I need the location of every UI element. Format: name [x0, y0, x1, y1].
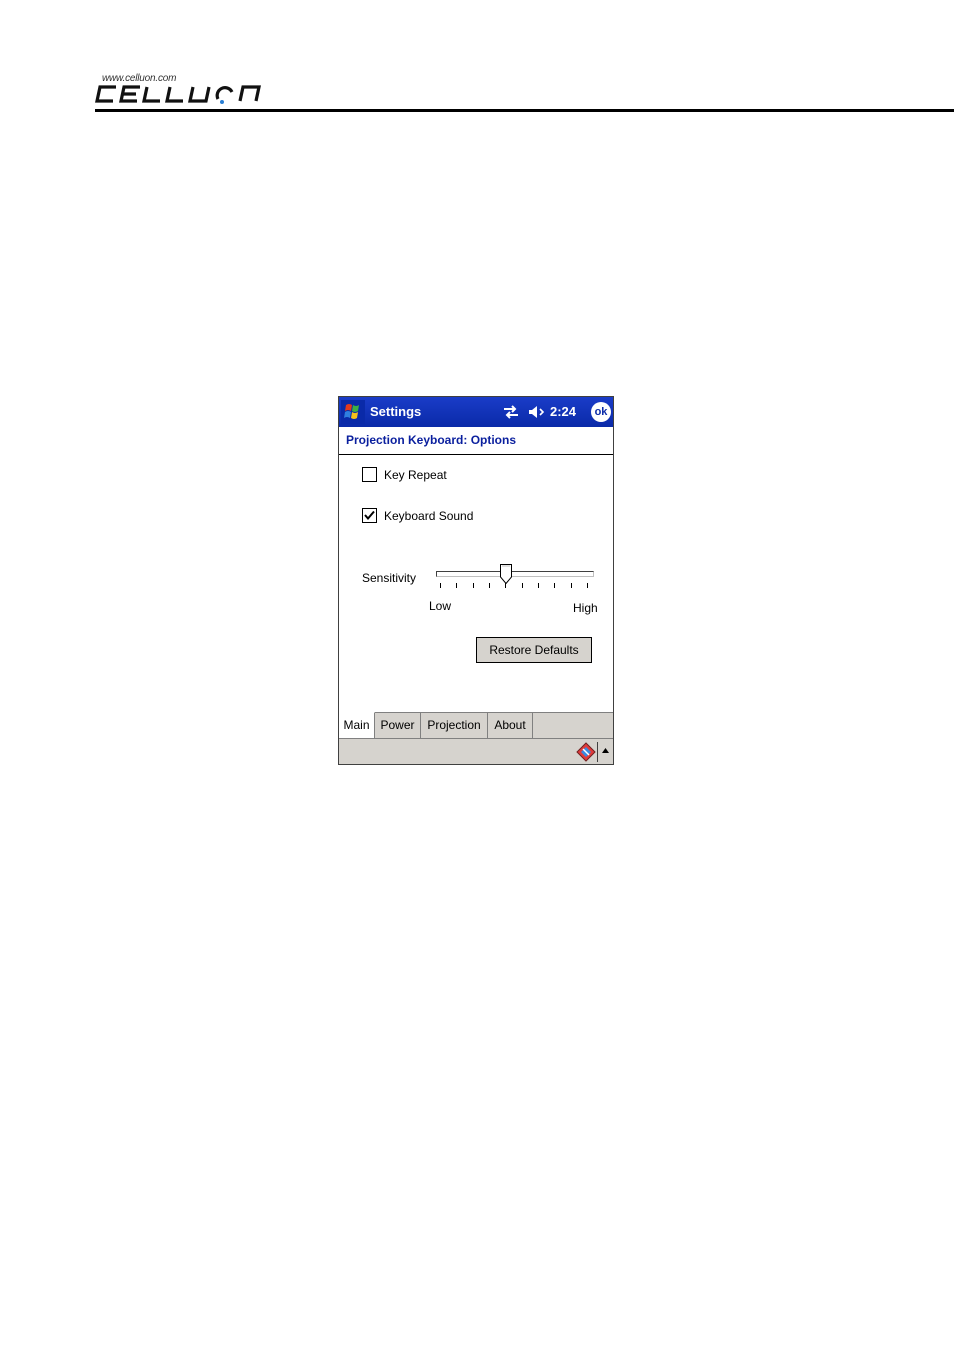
tab-power[interactable]: Power: [375, 712, 421, 738]
sensitivity-high-label: High: [573, 601, 598, 615]
slider-tick: [521, 583, 523, 588]
menu-separator: [597, 742, 598, 762]
restore-defaults-button[interactable]: Restore Defaults: [476, 637, 592, 663]
slider-tick: [554, 583, 556, 588]
checkmark-icon: [364, 510, 375, 521]
tab-projection[interactable]: Projection: [421, 712, 488, 738]
pocketpc-screen: Settings 2:24 ok Projection Keyboard: Op…: [338, 396, 614, 765]
windows-flag-icon[interactable]: [341, 400, 365, 424]
key-repeat-checkbox[interactable]: [362, 467, 377, 482]
celluon-wordmark: [95, 85, 261, 104]
sensitivity-low-label: Low: [429, 599, 452, 613]
keyboard-sound-option[interactable]: Keyboard Sound: [362, 508, 473, 523]
slider-tick: [570, 583, 572, 588]
key-repeat-label[interactable]: Key Repeat: [384, 468, 447, 482]
slider-tick: [456, 583, 458, 588]
keyboard-sound-checkbox[interactable]: [362, 508, 377, 523]
keyboard-sound-label[interactable]: Keyboard Sound: [384, 509, 473, 523]
connectivity-icon[interactable]: [502, 404, 520, 420]
sensitivity-label: Sensitivity: [362, 571, 417, 585]
slider-track[interactable]: [436, 571, 594, 577]
tab-main[interactable]: Main: [339, 712, 375, 738]
header-rule: [95, 109, 954, 112]
sensitivity-slider[interactable]: [435, 561, 595, 591]
key-repeat-option[interactable]: Key Repeat: [362, 467, 447, 482]
clock-time[interactable]: 2:24: [550, 404, 576, 419]
celluon-logo: www.celluon.com: [94, 70, 274, 110]
slider-tick: [440, 583, 441, 588]
slider-ticks: [435, 583, 595, 589]
slider-tick: [538, 583, 539, 588]
up-arrow-icon[interactable]: [601, 747, 610, 755]
heading-divider: [339, 454, 613, 455]
slider-thumb[interactable]: [499, 564, 512, 584]
slider-tick: [587, 583, 588, 588]
slider-tick: [472, 583, 474, 588]
menu-bar: [339, 738, 613, 764]
page-heading: Projection Keyboard: Options: [346, 433, 517, 447]
input-panel-icon[interactable]: [575, 742, 597, 762]
speaker-muted-icon[interactable]: [527, 404, 547, 420]
tab-about[interactable]: About: [488, 712, 533, 738]
title-bar: Settings 2:24 ok: [339, 397, 613, 427]
app-title[interactable]: Settings: [370, 404, 421, 419]
ok-button[interactable]: ok: [591, 402, 611, 422]
slider-tick: [489, 583, 490, 588]
document-header: www.celluon.com: [0, 0, 954, 115]
tab-strip: Main Power Projection About: [339, 712, 613, 738]
